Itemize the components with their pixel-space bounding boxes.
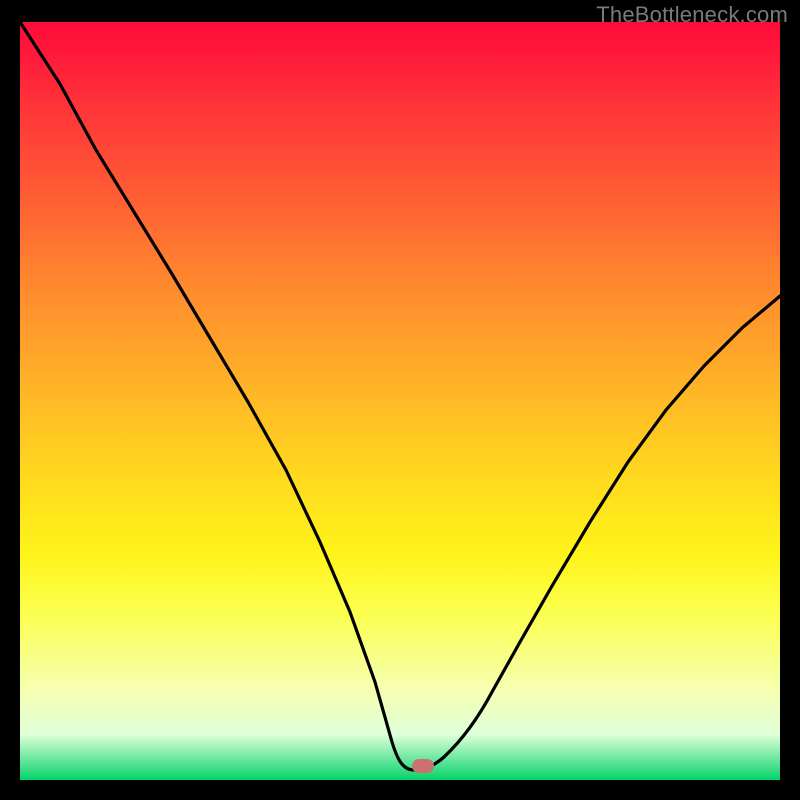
plot-area [20,22,780,780]
bottleneck-curve-path [20,22,780,770]
optimal-marker [412,759,434,773]
chart-stage: TheBottleneck.com [0,0,800,800]
curve-svg [20,22,780,780]
